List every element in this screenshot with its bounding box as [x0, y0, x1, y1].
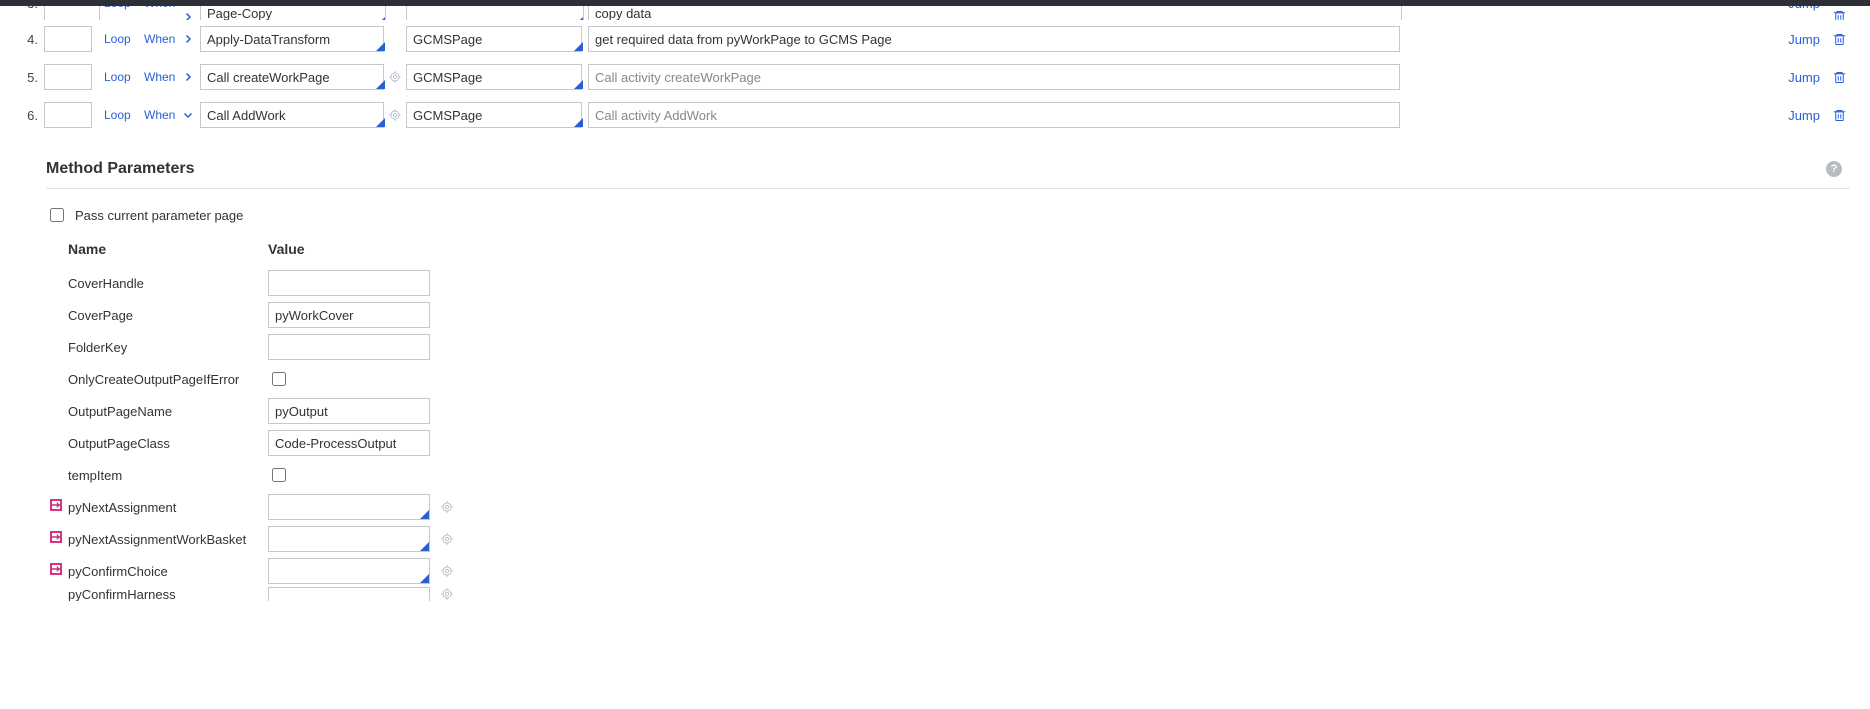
step-label-input[interactable] — [44, 64, 92, 90]
chevron-right-icon[interactable] — [180, 69, 196, 85]
param-checkbox[interactable] — [272, 468, 286, 482]
crosshair-icon[interactable] — [388, 70, 402, 84]
loop-link[interactable]: Loop — [100, 32, 140, 46]
param-checkbox[interactable] — [272, 372, 286, 386]
step-page-input[interactable] — [406, 102, 582, 128]
when-link[interactable]: When — [140, 70, 180, 84]
jump-link[interactable]: Jump — [1782, 6, 1826, 11]
param-name: pyConfirmHarness — [68, 587, 268, 601]
param-name: tempItem — [68, 468, 268, 483]
step-label-input[interactable] — [44, 6, 100, 20]
param-row: pyConfirmHarness — [68, 587, 1850, 601]
param-name: CoverHandle — [68, 276, 268, 291]
pass-current-param-label[interactable]: Pass current parameter page — [46, 205, 1850, 225]
description-input[interactable] — [588, 102, 1400, 128]
crosshair-icon[interactable] — [440, 500, 454, 514]
delete-icon[interactable] — [1826, 32, 1852, 47]
jump-link[interactable]: Jump — [1782, 70, 1826, 85]
when-link[interactable]: When — [140, 108, 180, 122]
step-row: 4. LoopWhen Jump — [18, 20, 1852, 58]
param-value-input[interactable] — [268, 430, 430, 456]
loop-link[interactable]: Loop — [100, 108, 140, 122]
param-name: OnlyCreateOutputPageIfError — [68, 372, 268, 387]
step-page-input[interactable] — [406, 64, 582, 90]
step-number: 4. — [18, 32, 44, 47]
crosshair-icon[interactable] — [440, 532, 454, 546]
param-value-input[interactable] — [268, 526, 430, 552]
chevron-right-icon[interactable] — [180, 9, 196, 21]
param-row: pyNextAssignment — [68, 491, 1850, 523]
param-value-input[interactable] — [268, 334, 430, 360]
when-link[interactable]: When — [140, 32, 180, 46]
method-params-header-row: Method Parameters ? — [46, 160, 1850, 189]
method-input[interactable] — [200, 102, 384, 128]
params-table-header: Name Value — [68, 235, 1850, 267]
param-name: pyConfirmChoice — [68, 564, 268, 579]
smartprompt-icon[interactable] — [50, 499, 62, 511]
param-name: pyNextAssignment — [68, 500, 268, 515]
param-value-input[interactable] — [268, 270, 430, 296]
col-header-value: Value — [268, 241, 438, 257]
delete-icon[interactable] — [1826, 9, 1852, 20]
param-value-input[interactable] — [268, 302, 430, 328]
method-input[interactable] — [200, 64, 384, 90]
crosshair-icon[interactable] — [440, 564, 454, 578]
param-value-input[interactable] — [268, 494, 430, 520]
step-page-input[interactable] — [406, 26, 582, 52]
param-row: tempItem — [68, 459, 1850, 491]
description-input[interactable] — [588, 26, 1400, 52]
param-name: CoverPage — [68, 308, 268, 323]
loop-link[interactable]: Loop — [100, 70, 140, 84]
method-params-heading: Method Parameters — [46, 160, 195, 178]
when-link[interactable]: When — [140, 6, 180, 10]
description-input[interactable] — [588, 6, 1402, 20]
delete-icon[interactable] — [1826, 70, 1852, 85]
loop-link[interactable]: Loop — [100, 6, 140, 10]
params-table: Name Value CoverHandle CoverPage FolderKey… — [68, 235, 1850, 601]
step-row: 5. LoopWhen Jump — [18, 58, 1852, 96]
pass-current-param-text: Pass current parameter page — [75, 208, 243, 223]
param-value-input[interactable] — [268, 587, 430, 601]
param-row: CoverHandle — [68, 267, 1850, 299]
crosshair-icon[interactable] — [440, 587, 454, 601]
param-name: OutputPageClass — [68, 436, 268, 451]
param-name: OutputPageName — [68, 404, 268, 419]
help-icon[interactable]: ? — [1826, 161, 1842, 177]
step-page-input[interactable] — [406, 6, 584, 20]
description-input[interactable] — [588, 64, 1400, 90]
param-row: OutputPageName — [68, 395, 1850, 427]
chevron-right-icon[interactable] — [180, 31, 196, 47]
param-value-input[interactable] — [268, 558, 430, 584]
param-row: OnlyCreateOutputPageIfError — [68, 363, 1850, 395]
step-row: 3. Loop When Jump — [18, 6, 1852, 20]
param-name: FolderKey — [68, 340, 268, 355]
param-row: pyNextAssignmentWorkBasket — [68, 523, 1850, 555]
param-value-input[interactable] — [268, 398, 430, 424]
param-row: FolderKey — [68, 331, 1850, 363]
crosshair-icon[interactable] — [388, 108, 402, 122]
jump-link[interactable]: Jump — [1782, 108, 1826, 123]
step-number: 6. — [18, 108, 44, 123]
param-row: pyConfirmChoice — [68, 555, 1850, 587]
smartprompt-icon[interactable] — [50, 563, 62, 575]
param-row: OutputPageClass — [68, 427, 1850, 459]
smartprompt-icon[interactable] — [50, 531, 62, 543]
delete-icon[interactable] — [1826, 108, 1852, 123]
param-row: CoverPage — [68, 299, 1850, 331]
method-input[interactable] — [200, 6, 386, 20]
param-name: pyNextAssignmentWorkBasket — [68, 532, 268, 547]
activity-steps-area: 3. Loop When Jump 4.LoopWhenJump5.LoopWh… — [0, 6, 1870, 138]
pass-current-param-checkbox[interactable] — [50, 208, 64, 222]
step-label-input[interactable] — [44, 26, 92, 52]
step-number: 3. — [18, 6, 44, 11]
method-parameters-section: Method Parameters ? Pass current paramet… — [46, 160, 1850, 601]
chevron-down-icon[interactable] — [180, 107, 196, 123]
step-number: 5. — [18, 70, 44, 85]
method-input[interactable] — [200, 26, 384, 52]
step-label-input[interactable] — [44, 102, 92, 128]
col-header-name: Name — [68, 241, 268, 257]
step-row: 6. LoopWhen Jump — [18, 96, 1852, 134]
jump-link[interactable]: Jump — [1782, 32, 1826, 47]
